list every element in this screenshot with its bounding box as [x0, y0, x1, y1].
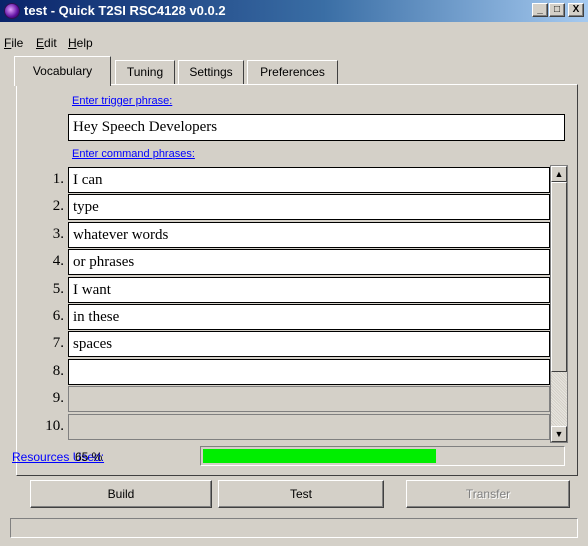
resources-percent: 65 % [75, 450, 103, 464]
command-phrase-input[interactable] [68, 386, 550, 412]
main-window: test - Quick T2SI RSC4128 v0.0.2 _ □ X F… [0, 0, 588, 546]
resources-progress-bar [200, 446, 565, 466]
command-row-number: 3. [52, 226, 64, 242]
tab-tuning[interactable]: Tuning [115, 60, 175, 84]
menu-bar: File Edit Help [0, 34, 588, 52]
menu-help[interactable]: Help [68, 36, 93, 50]
command-row-number: 5. [52, 281, 64, 297]
status-bar [10, 518, 578, 538]
tab-strip: Vocabulary Tuning Settings Preferences [0, 56, 588, 86]
command-phrase-input[interactable] [68, 414, 550, 440]
title-bar[interactable]: test - Quick T2SI RSC4128 v0.0.2 _ □ X [0, 0, 588, 22]
command-row-number: 1. [52, 171, 64, 187]
command-phrase-input[interactable]: whatever words [68, 222, 550, 248]
command-row-number: 9. [52, 390, 64, 406]
menu-edit[interactable]: Edit [36, 36, 57, 50]
tab-preferences[interactable]: Preferences [247, 60, 338, 84]
command-phrases-label[interactable]: Enter command phrases: [72, 148, 195, 160]
scroll-up-icon[interactable]: ▲ [551, 166, 567, 182]
command-row-number: 7. [52, 335, 64, 351]
command-row-number: 10. [45, 418, 64, 434]
scroll-down-icon[interactable]: ▼ [551, 426, 567, 442]
command-phrase-input[interactable] [68, 359, 550, 385]
resources-progress-fill [203, 449, 436, 463]
minimize-button[interactable]: _ [532, 3, 548, 17]
maximize-button[interactable]: □ [549, 3, 565, 17]
build-button[interactable]: Build [30, 480, 212, 508]
trigger-phrase-label[interactable]: Enter trigger phrase: [72, 95, 172, 107]
command-row-number: 6. [52, 308, 64, 324]
menu-file[interactable]: File [4, 36, 23, 50]
command-row-number: 8. [52, 363, 64, 379]
app-icon [4, 3, 20, 19]
command-phrase-input[interactable]: I want [68, 277, 550, 303]
command-row-number: 4. [52, 253, 64, 269]
trigger-phrase-input[interactable]: Hey Speech Developers [68, 114, 565, 141]
transfer-button[interactable]: Transfer [406, 480, 570, 508]
command-phrase-input[interactable]: or phrases [68, 249, 550, 275]
command-phrase-input[interactable]: in these [68, 304, 550, 330]
command-phrase-input[interactable]: type [68, 194, 550, 220]
tab-vocabulary[interactable]: Vocabulary [14, 56, 111, 86]
test-button[interactable]: Test [218, 480, 384, 508]
command-row-number: 2. [52, 198, 64, 214]
close-button[interactable]: X [568, 3, 584, 17]
window-title: test - Quick T2SI RSC4128 v0.0.2 [24, 3, 226, 18]
tab-settings[interactable]: Settings [178, 60, 244, 84]
command-phrase-input[interactable]: spaces [68, 331, 550, 357]
command-list-scrollbar[interactable]: ▲ ▼ [550, 165, 568, 443]
command-phrase-input[interactable]: I can [68, 167, 550, 193]
scroll-thumb[interactable] [551, 182, 567, 372]
